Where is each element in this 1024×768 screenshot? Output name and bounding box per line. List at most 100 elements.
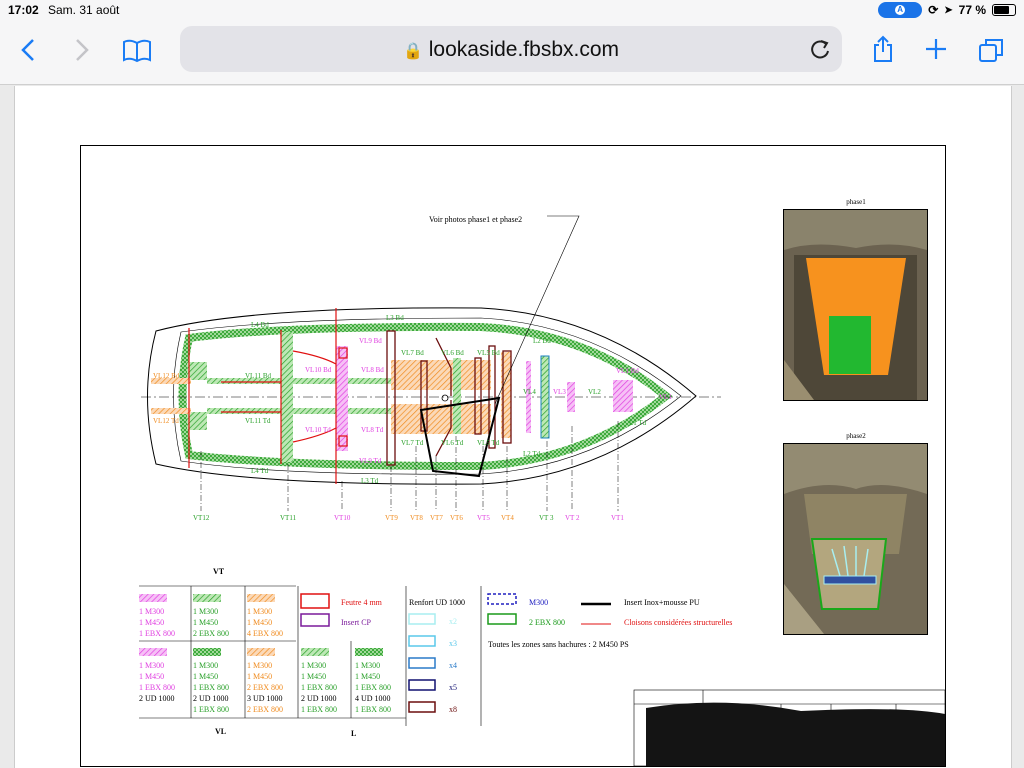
hull-label: L1 Td <box>629 419 647 427</box>
legend-vt2-line: 1 M300 <box>193 607 219 616</box>
navigation-pill-icon[interactable]: A <box>878 2 923 18</box>
station-label: VT8 <box>410 514 423 522</box>
legend-l-title: L <box>351 729 357 738</box>
hull-label: VL10 Td <box>305 426 331 434</box>
legend-vl1-line: 1 M450 <box>139 672 165 681</box>
orientation-lock-icon: ⟳ <box>928 3 939 17</box>
address-text: 🔒 lookaside.fbsbx.com <box>180 38 842 62</box>
legend-vt3-line: 1 M450 <box>247 618 273 627</box>
bookmarks-button[interactable] <box>122 39 152 68</box>
legend-vt1-line: 1 M300 <box>139 607 165 616</box>
legend-vt1-line: 1 M450 <box>139 618 165 627</box>
reload-button[interactable] <box>810 38 830 65</box>
station-label: VT 2 <box>565 514 580 522</box>
hull-label: VL5 Bd <box>477 349 500 357</box>
station-label: VT5 <box>477 514 490 522</box>
legend-l2-line: 1 M300 <box>355 661 381 670</box>
legend-vl3-line: 3 UD 1000 <box>247 694 283 703</box>
hull-label: VL3 <box>553 388 566 396</box>
hull-label: VL2 <box>588 388 601 396</box>
legend-vl3-line: 1 M450 <box>247 672 273 681</box>
legend-x2: x2 <box>449 617 457 626</box>
legend-vl1-line: 1 M300 <box>139 661 165 670</box>
legend-vl2-line: 1 M450 <box>193 672 219 681</box>
url-value: lookaside.fbsbx.com <box>428 38 620 61</box>
hull-label: VL1 Bd <box>616 367 639 375</box>
status-date: Sam. 31 août <box>48 3 120 17</box>
hull-label: L2 Bd <box>533 337 551 345</box>
station-label: VT10 <box>334 514 351 522</box>
photo2-caption: phase2 <box>846 432 866 440</box>
photo1-caption: phase1 <box>846 198 866 206</box>
share-button[interactable] <box>872 35 894 68</box>
legend-x8: x8 <box>449 705 457 714</box>
legend-l1-line: 1 EBX 800 <box>301 683 337 692</box>
hull-label: VL12 Bd <box>153 372 180 380</box>
hull-label: L4 Td <box>251 467 269 475</box>
legend-l2-line: 4 UD 1000 <box>355 694 391 703</box>
hull-label: VL1 <box>659 393 672 401</box>
legend-l2-line: 1 EBX 800 <box>355 705 391 714</box>
back-chevron-icon <box>21 39 34 61</box>
legend-inox: Insert Inox+mousse PU <box>624 598 700 607</box>
phase2-photo <box>783 443 928 635</box>
hull-label: VL4 <box>523 388 536 396</box>
address-bar[interactable]: 🔒 lookaside.fbsbx.com <box>180 26 842 72</box>
location-icon: ➤ <box>944 4 953 16</box>
hull-label: VL11 Td <box>245 417 271 425</box>
hull-label: VL10 Bd <box>305 366 332 374</box>
legend-l1-line: 1 M450 <box>301 672 327 681</box>
station-label: VT4 <box>501 514 514 522</box>
station-label: VT1 <box>611 514 624 522</box>
station-label: VT7 <box>430 514 443 522</box>
hull-label: VL7 Bd <box>401 349 424 357</box>
reload-icon <box>811 40 829 59</box>
legend-insert-cp: Insert CP <box>341 618 371 627</box>
forward-button[interactable] <box>74 38 90 67</box>
lock-icon: 🔒 <box>402 43 423 60</box>
legend-vl2-line: 1 M300 <box>193 661 219 670</box>
tabs-button[interactable] <box>978 37 1004 68</box>
legend-vl-title: VL <box>215 727 227 736</box>
hull-label: L3 Bd <box>386 314 404 322</box>
hull-label: VL6 Td <box>441 439 464 447</box>
legend-x5: x5 <box>449 683 457 692</box>
legend-x3: x3 <box>449 639 457 648</box>
legend-l1-line: 1 EBX 800 <box>301 705 337 714</box>
legend-m300: M300 <box>529 598 549 607</box>
legend-vl1-line: 1 EBX 800 <box>139 683 175 692</box>
legend-vl1-line: 2 UD 1000 <box>139 694 175 703</box>
legend-vt2-line: 2 EBX 800 <box>193 629 229 638</box>
hull-label: VL5 Td <box>477 439 500 447</box>
new-tab-button[interactable] <box>924 37 948 66</box>
station-label: VT6 <box>450 514 463 522</box>
phase1-photo <box>783 209 928 401</box>
battery-icon <box>992 4 1016 16</box>
status-right: A ⟳ ➤ 77 % <box>878 2 1016 18</box>
hull-label: VL12 Td <box>153 417 179 425</box>
hull-label: L3 Td <box>361 477 379 485</box>
back-button[interactable] <box>20 38 36 67</box>
phase2-image <box>784 444 927 634</box>
hull-label: VL6 Bd <box>441 349 464 357</box>
hull-label: VL7 Td <box>401 439 424 447</box>
legend-vl3-line: 2 EBX 800 <box>247 705 283 714</box>
legend-vl3-line: 2 EBX 800 <box>247 683 283 692</box>
legend-vl3-line: 1 M300 <box>247 661 273 670</box>
legend-vt-title: VT <box>213 567 225 576</box>
drawing-sheet: Voir photos phase1 et phase2 L4 Bd L3 Bd… <box>80 145 946 767</box>
legend-ebx: 2 EBX 800 <box>529 618 565 627</box>
hull-label: VL8 Bd <box>361 366 384 374</box>
book-icon <box>123 39 151 63</box>
plus-icon <box>926 39 946 59</box>
legend-vt1-line: 1 EBX 800 <box>139 629 175 638</box>
legend-renfort: Renfort UD 1000 <box>409 598 465 607</box>
legend-l1-line: 2 UD 1000 <box>301 694 337 703</box>
legend-vt3-line: 1 M300 <box>247 607 273 616</box>
browser-toolbar: 🔒 lookaside.fbsbx.com <box>0 20 1024 85</box>
legend-x4: x4 <box>449 661 457 670</box>
legend-vl2-line: 1 EBX 800 <box>193 705 229 714</box>
legend-note: Toutes les zones sans hachures : 2 M450 … <box>488 640 629 649</box>
legend-l1-line: 1 M300 <box>301 661 327 670</box>
hull-label: VL8 Td <box>361 426 384 434</box>
